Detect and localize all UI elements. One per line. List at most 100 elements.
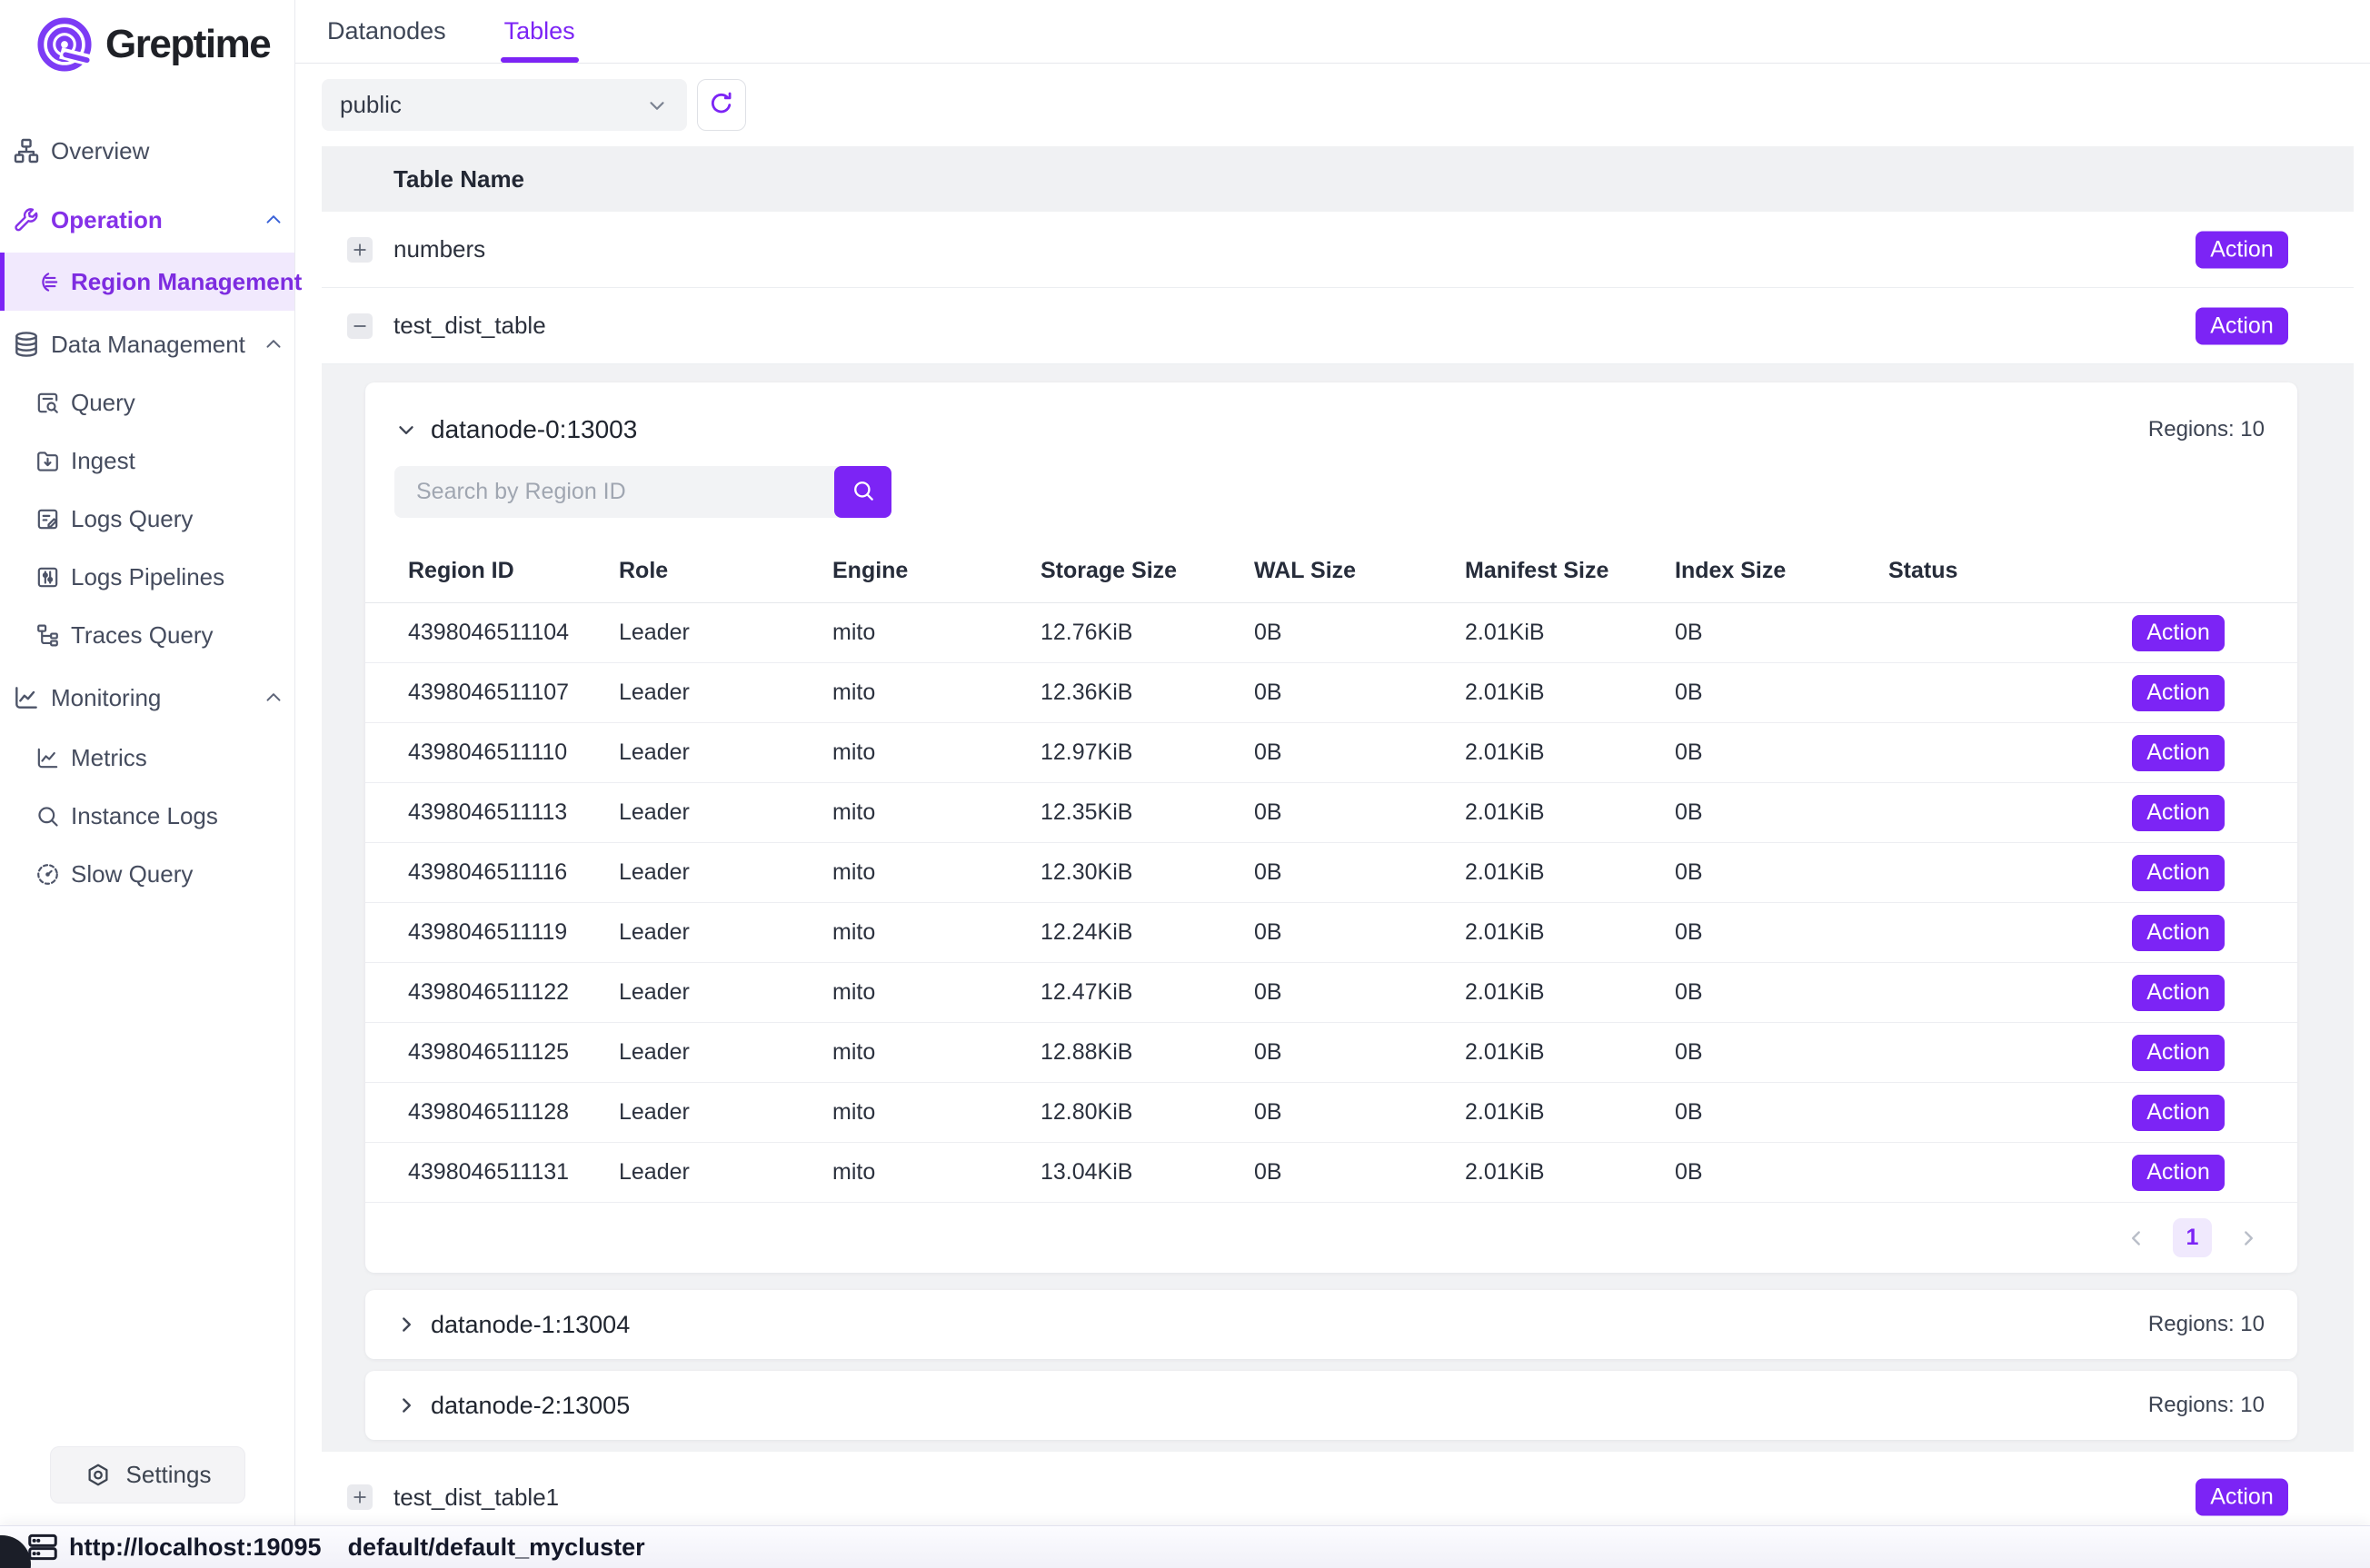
region-action-button[interactable]: Action bbox=[2132, 1155, 2225, 1191]
region-cell-role: Leader bbox=[619, 919, 832, 946]
region-action-button[interactable]: Action bbox=[2132, 1095, 2225, 1131]
expand-plus-icon[interactable] bbox=[347, 237, 373, 263]
page-number[interactable]: 1 bbox=[2173, 1218, 2212, 1257]
region-cell-role: Leader bbox=[619, 1039, 832, 1066]
region-row: 4398046511110Leadermito12.97KiB0B2.01KiB… bbox=[365, 723, 2297, 783]
region-row: 4398046511107Leadermito12.36KiB0B2.01KiB… bbox=[365, 663, 2297, 723]
schema-select[interactable]: public bbox=[322, 79, 687, 131]
sidebar-item-operation[interactable]: Operation bbox=[0, 191, 294, 249]
sidebar-item-label: Ingest bbox=[71, 447, 135, 475]
chevron-up-icon[interactable] bbox=[262, 208, 285, 232]
tab-tables[interactable]: Tables bbox=[503, 0, 577, 63]
region-cell-wal-size: 0B bbox=[1254, 799, 1465, 826]
region-cell-storage-size: 12.24KiB bbox=[1041, 919, 1254, 946]
sidebar-item-ingest[interactable]: Ingest bbox=[0, 432, 294, 490]
region-cell-engine: mito bbox=[832, 979, 1041, 1006]
region-action-button[interactable]: Action bbox=[2132, 795, 2225, 831]
region-cell-manifest-size: 2.01KiB bbox=[1465, 859, 1675, 886]
region-cell-region-id: 4398046511122 bbox=[408, 979, 619, 1006]
region-search-bar bbox=[394, 466, 891, 518]
search-button[interactable] bbox=[834, 466, 891, 518]
chevron-right-icon[interactable] bbox=[394, 1313, 418, 1336]
chevron-down-icon[interactable] bbox=[394, 418, 418, 442]
region-cell-storage-size: 12.47KiB bbox=[1041, 979, 1254, 1006]
datanode-card-2[interactable]: datanode-2:13005 Regions: 10 bbox=[365, 1371, 2297, 1440]
magnifier-icon bbox=[35, 803, 61, 829]
region-cell-storage-size: 12.36KiB bbox=[1041, 680, 1254, 706]
region-col-region-id: Region ID bbox=[408, 558, 619, 584]
sidebar-item-monitoring[interactable]: Monitoring bbox=[0, 669, 294, 727]
datanode-name: datanode-1:13004 bbox=[431, 1311, 630, 1339]
action-button[interactable]: Action bbox=[2196, 1479, 2288, 1516]
action-button[interactable]: Action bbox=[2196, 307, 2288, 344]
action-button[interactable]: Action bbox=[2196, 231, 2288, 268]
region-col-wal-size: WAL Size bbox=[1254, 558, 1465, 584]
region-cell-region-id: 4398046511125 bbox=[408, 1039, 619, 1066]
region-col-manifest-size: Manifest Size bbox=[1465, 558, 1675, 584]
table-name: test_dist_table bbox=[393, 312, 546, 340]
sidebar-item-label: Query bbox=[71, 389, 135, 417]
sidebar-item-traces-query[interactable]: Traces Query bbox=[0, 606, 294, 664]
sidebar-item-slow-query[interactable]: Slow Query bbox=[0, 845, 294, 903]
regions-count: Regions: 10 bbox=[2148, 417, 2265, 442]
region-row: 4398046511128Leadermito12.80KiB0B2.01KiB… bbox=[365, 1083, 2297, 1143]
region-action-button[interactable]: Action bbox=[2132, 855, 2225, 891]
chevron-right-icon[interactable] bbox=[394, 1394, 418, 1417]
region-action-button[interactable]: Action bbox=[2132, 675, 2225, 711]
doc-search-icon bbox=[35, 390, 61, 416]
settings-button[interactable]: Settings bbox=[50, 1446, 245, 1503]
server-url[interactable]: http://localhost:19095 bbox=[69, 1533, 322, 1562]
region-cell-role: Leader bbox=[619, 739, 832, 766]
sidebar-item-label: Monitoring bbox=[51, 684, 161, 712]
sliders-icon bbox=[35, 564, 61, 590]
sitemap-icon bbox=[12, 136, 41, 165]
region-cell-index-size: 0B bbox=[1675, 1099, 1888, 1126]
region-cell-engine: mito bbox=[832, 620, 1041, 646]
datanode-card-0: datanode-0:13003 Regions: 10 Region IDRo… bbox=[365, 382, 2297, 1273]
collapse-minus-icon[interactable] bbox=[347, 313, 373, 339]
region-cell-manifest-size: 2.01KiB bbox=[1465, 739, 1675, 766]
cluster-name[interactable]: default/default_mycluster bbox=[348, 1533, 645, 1562]
region-cell-wal-size: 0B bbox=[1254, 680, 1465, 706]
region-action-button[interactable]: Action bbox=[2132, 915, 2225, 951]
chevron-left-icon[interactable] bbox=[2125, 1226, 2148, 1250]
sidebar-item-query[interactable]: Query bbox=[0, 373, 294, 432]
datanode-card-1[interactable]: datanode-1:13004 Regions: 10 bbox=[365, 1290, 2297, 1359]
tab-datanodes[interactable]: Datanodes bbox=[325, 0, 448, 63]
sidebar-item-metrics[interactable]: Metrics bbox=[0, 729, 294, 787]
sidebar-item-logs-pipelines[interactable]: Logs Pipelines bbox=[0, 548, 294, 606]
region-action-button[interactable]: Action bbox=[2132, 975, 2225, 1011]
chevron-down-icon bbox=[645, 94, 669, 117]
sidebar-item-data-management[interactable]: Data Management bbox=[0, 315, 294, 373]
tables-header-label: Table Name bbox=[393, 165, 524, 194]
chevron-up-icon[interactable] bbox=[262, 686, 285, 710]
region-cell-region-id: 4398046511128 bbox=[408, 1099, 619, 1126]
chevron-up-icon[interactable] bbox=[262, 332, 285, 356]
sidebar-item-overview[interactable]: Overview bbox=[0, 122, 294, 180]
datanode-name: datanode-0:13003 bbox=[431, 415, 637, 444]
app-root: Greptime Overview OperationRegion Managem… bbox=[0, 0, 2370, 1568]
region-table-header: Region IDRoleEngineStorage SizeWAL SizeM… bbox=[365, 540, 2297, 603]
region-cell-manifest-size: 2.01KiB bbox=[1465, 799, 1675, 826]
sidebar-item-logs-query[interactable]: Logs Query bbox=[0, 490, 294, 548]
region-col-role: Role bbox=[619, 558, 832, 584]
region-icon bbox=[35, 269, 61, 295]
chevron-right-icon[interactable] bbox=[2236, 1226, 2260, 1250]
sidebar-item-instance-logs[interactable]: Instance Logs bbox=[0, 787, 294, 845]
region-col-status: Status bbox=[1888, 558, 2297, 584]
sidebar-item-label: Overview bbox=[51, 137, 149, 165]
brand-logo: Greptime bbox=[36, 16, 294, 73]
region-cell-engine: mito bbox=[832, 680, 1041, 706]
sidebar-item-region-management[interactable]: Region Management bbox=[0, 253, 294, 311]
region-cell-manifest-size: 2.01KiB bbox=[1465, 1159, 1675, 1186]
region-action-button[interactable]: Action bbox=[2132, 735, 2225, 771]
region-row: 4398046511113Leadermito12.35KiB0B2.01KiB… bbox=[365, 783, 2297, 843]
refresh-button[interactable] bbox=[697, 79, 746, 131]
region-cell-wal-size: 0B bbox=[1254, 1159, 1465, 1186]
region-cell-role: Leader bbox=[619, 979, 832, 1006]
region-search-input[interactable] bbox=[394, 466, 840, 518]
expand-plus-icon[interactable] bbox=[347, 1484, 373, 1510]
region-cell-region-id: 4398046511107 bbox=[408, 680, 619, 706]
region-action-button[interactable]: Action bbox=[2132, 1035, 2225, 1071]
region-action-button[interactable]: Action bbox=[2132, 615, 2225, 651]
